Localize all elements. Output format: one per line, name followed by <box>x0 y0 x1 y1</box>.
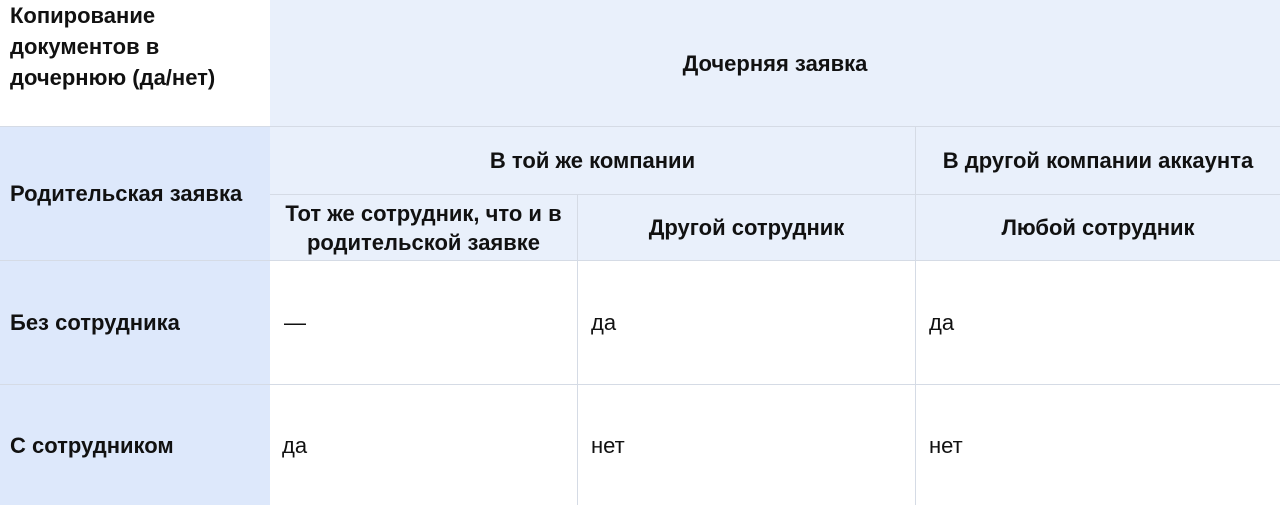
cell-value: нет <box>591 432 625 458</box>
table-cell: да <box>915 260 1280 384</box>
other-employee-subheader-text: Другой сотрудник <box>648 215 845 240</box>
child-request-header-text: Дочерняя заявка <box>682 50 868 76</box>
table-cell: нет <box>915 384 1280 505</box>
same-employee-subheader-text: Тот же сотрудник, что и в родительской з… <box>285 200 562 255</box>
cell-value: да <box>591 310 617 335</box>
cell-value: — <box>284 310 306 335</box>
row-label-without-employee: Без сотрудника <box>0 260 270 384</box>
other-employee-subheader: Другой сотрудник <box>577 194 915 260</box>
table-cell: — <box>270 260 577 384</box>
cell-value: да <box>929 310 955 335</box>
row-label-text: Без сотрудника <box>10 310 180 335</box>
parent-request-header-cell: Родительская заявка <box>0 126 270 260</box>
other-company-group-text: В другой компании аккаунта <box>942 148 1254 173</box>
any-employee-subheader-text: Любой сотрудник <box>1001 215 1195 240</box>
parent-request-header-text: Родительская заявка <box>10 181 243 206</box>
table-cell: да <box>577 260 915 384</box>
any-employee-subheader: Любой сотрудник <box>915 194 1280 260</box>
row-label-text: С сотрудником <box>10 432 174 458</box>
same-employee-subheader: Тот же сотрудник, что и в родительской з… <box>270 194 577 260</box>
table-cell: нет <box>577 384 915 505</box>
cell-value: да <box>282 432 308 458</box>
cell-value: нет <box>929 432 963 458</box>
corner-header-cell: Копирование документов в дочернюю (да/не… <box>0 0 270 126</box>
copy-documents-matrix-table: Копирование документов в дочернюю (да/не… <box>0 0 1280 505</box>
child-request-header-cell: Дочерняя заявка <box>270 0 1280 126</box>
other-company-group-header: В другой компании аккаунта <box>915 126 1280 194</box>
same-company-group-text: В той же компании <box>489 148 696 173</box>
row-label-with-employee: С сотрудником <box>0 384 270 505</box>
table-cell: да <box>270 384 577 505</box>
corner-header-text: Копирование документов в дочернюю (да/не… <box>10 3 216 90</box>
same-company-group-header: В той же компании <box>270 126 915 194</box>
